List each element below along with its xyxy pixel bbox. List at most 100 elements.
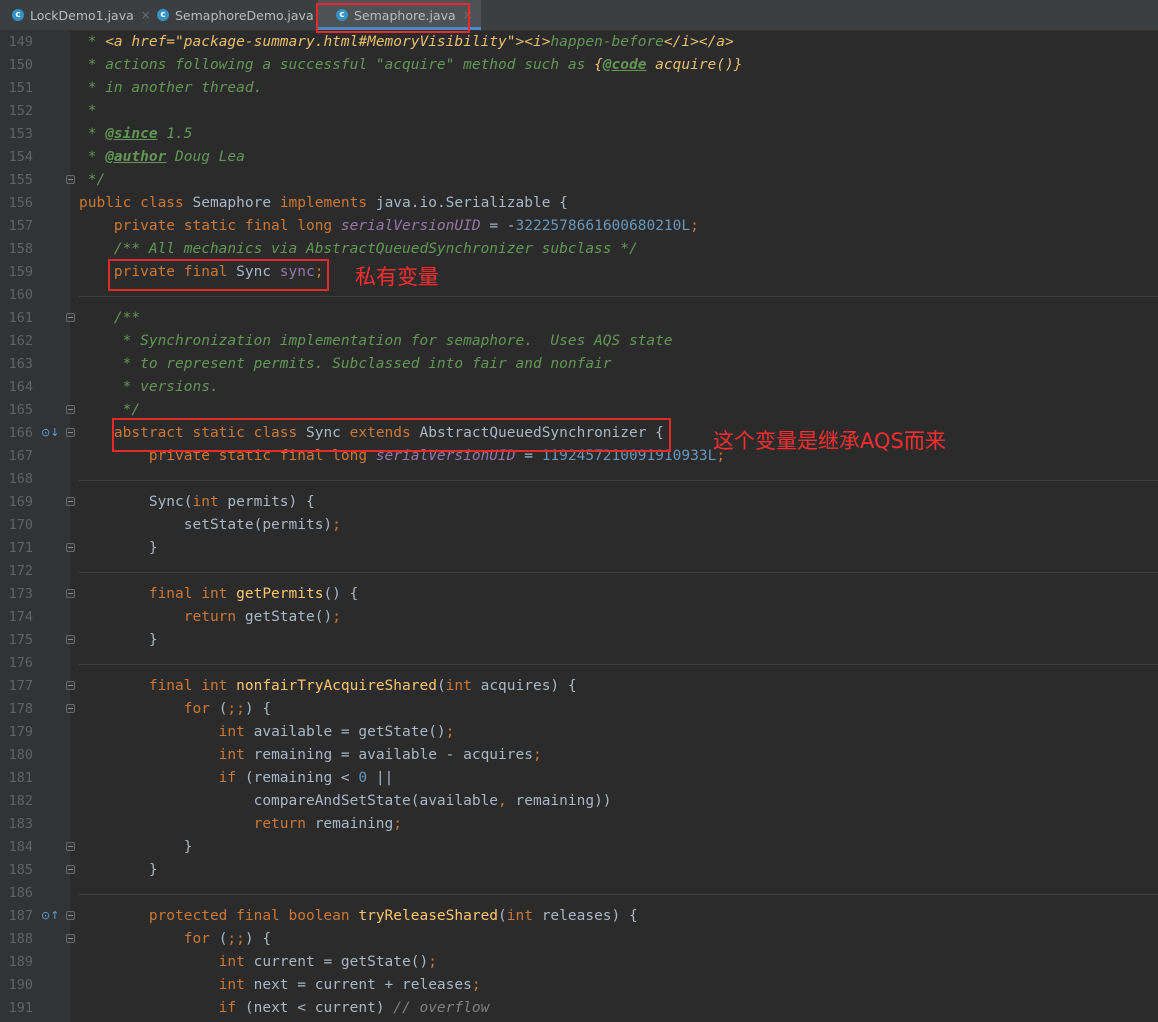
code-line[interactable]: 154 * @author Doug Lea [0, 146, 1158, 169]
line-number: 183 [8, 816, 33, 832]
code-line[interactable]: 155 */ [0, 169, 1158, 192]
code-line[interactable]: 182 compareAndSetState(available, remain… [0, 790, 1158, 813]
code-token: getState() [244, 609, 333, 625]
code-line[interactable]: 161 /** [0, 307, 1158, 330]
code-line[interactable]: 158 /** All mechanics via AbstractQueued… [0, 238, 1158, 261]
code-text: } [79, 836, 193, 859]
code-text: Sync(int permits) { [79, 491, 315, 514]
code-line[interactable]: 190 int next = current + releases; [0, 974, 1158, 997]
tab-semaphoredemo[interactable]: c SemaphoreDemo.java × [157, 0, 331, 30]
code-token: for [79, 931, 219, 947]
code-token: int [192, 494, 228, 510]
line-number: 187 [8, 908, 33, 924]
code-token: ; [332, 517, 341, 533]
code-text: for (;;) { [79, 698, 271, 721]
code-line[interactable]: 180 int remaining = available - acquires… [0, 744, 1158, 767]
fold-toggle-icon[interactable] [66, 842, 75, 851]
code-line[interactable]: 181 if (remaining < 0 || [0, 767, 1158, 790]
code-token: (next < current) [244, 1000, 394, 1016]
fold-toggle-icon[interactable] [66, 911, 75, 920]
code-line[interactable]: 156 public class Semaphore implements jav… [0, 192, 1158, 215]
code-line[interactable]: 162 * Synchronization implementation for… [0, 330, 1158, 353]
code-token: * versions. [79, 379, 219, 395]
code-token: // overflow [393, 1000, 490, 1016]
code-token: */ [79, 402, 141, 418]
code-line[interactable]: 188 for (;;) { [0, 928, 1158, 951]
implemented-icon[interactable]: ⊙↓ [41, 427, 59, 439]
code-line[interactable]: 177 final int nonfairTryAcquireShared(in… [0, 675, 1158, 698]
code-line[interactable]: 184 } [0, 836, 1158, 859]
fold-toggle-icon[interactable] [66, 175, 75, 184]
code-editor[interactable]: 149 * <a href="package-summary.html#Memo… [0, 31, 1158, 1022]
sync-field-highlight-box [108, 259, 329, 291]
fold-toggle-icon[interactable] [66, 589, 75, 598]
line-number: 161 [8, 310, 33, 326]
line-number: 150 [8, 57, 33, 73]
code-token: acquires) { [480, 678, 577, 694]
fold-toggle-icon[interactable] [66, 313, 75, 322]
code-line[interactable]: 187 ⊙↑ protected final boolean tryRelease… [0, 905, 1158, 928]
code-line[interactable]: 150 * actions following a successful "ac… [0, 54, 1158, 77]
code-text: * <a href="package-summary.html#MemoryVi… [79, 31, 734, 54]
code-line[interactable]: 191 if (next < current) // overflow [0, 997, 1158, 1020]
editor-tab-bar: c LockDemo1.java × c SemaphoreDemo.java … [0, 0, 1158, 33]
line-number: 169 [8, 494, 33, 510]
code-token: implements [279, 195, 376, 211]
line-number: 178 [8, 701, 33, 717]
code-line[interactable]: 153 * @since 1.5 [0, 123, 1158, 146]
line-number: 156 [8, 195, 33, 211]
code-line[interactable]: 183 return remaining; [0, 813, 1158, 836]
code-line[interactable]: 171 } [0, 537, 1158, 560]
fold-toggle-icon[interactable] [66, 865, 75, 874]
code-token: * [79, 126, 106, 142]
code-token: happen-before [550, 34, 664, 50]
sync-class-highlight-box [112, 418, 671, 452]
code-line[interactable]: 175 } [0, 629, 1158, 652]
code-line[interactable]: 152 * [0, 100, 1158, 123]
code-line[interactable]: 164 * versions. [0, 376, 1158, 399]
code-token: ; [332, 609, 341, 625]
code-text: public class Semaphore implements java.i… [79, 192, 568, 215]
fold-toggle-icon[interactable] [66, 704, 75, 713]
code-line[interactable]: 178 for (;;) { [0, 698, 1158, 721]
code-token: , [498, 793, 516, 809]
tab-lockdemo1[interactable]: c LockDemo1.java × [12, 0, 151, 30]
code-line[interactable]: 163 * to represent permits. Subclassed i… [0, 353, 1158, 376]
code-line[interactable]: 189 int current = getState(); [0, 951, 1158, 974]
code-line[interactable]: 169 Sync(int permits) { [0, 491, 1158, 514]
fold-toggle-icon[interactable] [66, 497, 75, 506]
line-number: 164 [8, 379, 33, 395]
fold-toggle-icon[interactable] [66, 428, 75, 437]
line-number: 151 [8, 80, 33, 96]
code-text: if (remaining < 0 || [79, 767, 394, 790]
code-line[interactable]: 174 return getState(); [0, 606, 1158, 629]
code-token: int [79, 977, 254, 993]
close-icon[interactable]: × [141, 8, 151, 22]
line-number: 165 [8, 402, 33, 418]
code-line[interactable]: 149 * <a href="package-summary.html#Memo… [0, 31, 1158, 54]
fold-toggle-icon[interactable] [66, 543, 75, 552]
code-line[interactable]: 170 setState(permits); [0, 514, 1158, 537]
code-token: * actions following a successful "acquir… [79, 57, 595, 73]
code-token: 3222578661600680210L [515, 218, 691, 234]
code-line[interactable]: 185 } [0, 859, 1158, 882]
fold-toggle-icon[interactable] [66, 405, 75, 414]
code-token: } [79, 632, 158, 648]
code-token: (remaining < [244, 770, 359, 786]
code-token: tryReleaseShared [358, 908, 499, 924]
code-line[interactable]: 179 int available = getState(); [0, 721, 1158, 744]
code-line[interactable]: 157 private static final long serialVers… [0, 215, 1158, 238]
code-line[interactable]: 173 final int getPermits() { [0, 583, 1158, 606]
code-line[interactable]: 151 * in another thread. [0, 77, 1158, 100]
code-token: releases) { [541, 908, 638, 924]
line-number: 171 [8, 540, 33, 556]
fold-toggle-icon[interactable] [66, 635, 75, 644]
code-token: getPermits [236, 586, 324, 602]
code-text: } [79, 629, 158, 652]
code-token: protected final boolean [79, 908, 359, 924]
code-token: current = getState() [253, 954, 429, 970]
code-text: return remaining; [79, 813, 402, 836]
overrides-icon[interactable]: ⊙↑ [41, 910, 59, 922]
fold-toggle-icon[interactable] [66, 934, 75, 943]
fold-toggle-icon[interactable] [66, 681, 75, 690]
